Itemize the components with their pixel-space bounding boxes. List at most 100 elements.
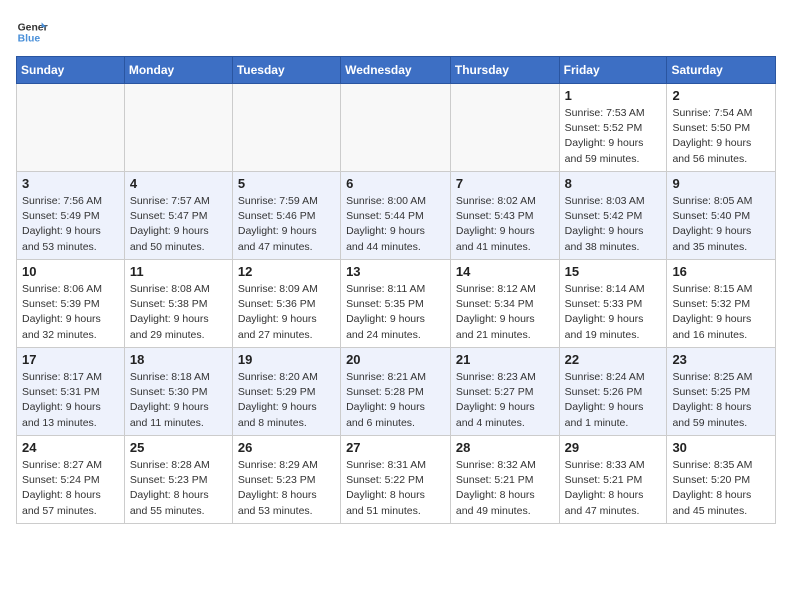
day-number: 18: [130, 352, 227, 367]
calendar-cell: 12Sunrise: 8:09 AM Sunset: 5:36 PM Dayli…: [232, 260, 340, 348]
day-number: 23: [672, 352, 770, 367]
day-info: Sunrise: 7:53 AM Sunset: 5:52 PM Dayligh…: [565, 106, 662, 167]
day-info: Sunrise: 8:24 AM Sunset: 5:26 PM Dayligh…: [565, 370, 662, 431]
logo: General Blue: [16, 16, 48, 48]
page-header: General Blue: [16, 16, 776, 48]
calendar-cell: 10 Sunrise: 8:06 AM Sunset: 5:39 PM Dayli…: [17, 260, 125, 348]
calendar-cell: 15 Sunrise: 8:14 AM Sunset: 5:33 PM Dayli…: [559, 260, 667, 348]
day-info: Sunrise: 8:29 AM Sunset: 5:23 PM Dayligh…: [238, 458, 335, 519]
calendar-body: 1 Sunrise: 7:53 AM Sunset: 5:52 PM Daylig…: [17, 84, 776, 524]
calendar-cell: [341, 84, 451, 172]
calendar-cell: 24Sunrise: 8:27 AM Sunset: 5:24 PM Dayli…: [17, 436, 125, 524]
calendar-cell: 2 Sunrise: 7:54 AM Sunset: 5:50 PM Daylig…: [667, 84, 776, 172]
day-info: Sunrise: 8:21 AM Sunset: 5:28 PM Dayligh…: [346, 370, 445, 431]
calendar-cell: 26 Sunrise: 8:29 AM Sunset: 5:23 PM Dayli…: [232, 436, 340, 524]
calendar-cell: [232, 84, 340, 172]
day-number: 13: [346, 264, 445, 279]
day-number: 2: [672, 88, 770, 103]
calendar-cell: 14 Sunrise: 8:12 AM Sunset: 5:34 PM Dayli…: [450, 260, 559, 348]
calendar-cell: 9 Sunrise: 8:05 AM Sunset: 5:40 PM Daylig…: [667, 172, 776, 260]
day-number: 17: [22, 352, 119, 367]
calendar-cell: 18 Sunrise: 8:18 AM Sunset: 5:30 PM Dayli…: [124, 348, 232, 436]
day-info: Sunrise: 7:57 AM Sunset: 5:47 PM Dayligh…: [130, 194, 227, 255]
day-number: 11: [130, 264, 227, 279]
day-number: 24: [22, 440, 119, 455]
day-info: Sunrise: 7:56 AM Sunset: 5:49 PM Dayligh…: [22, 194, 119, 255]
day-number: 3: [22, 176, 119, 191]
day-info: Sunrise: 8:23 AM Sunset: 5:27 PM Dayligh…: [456, 370, 554, 431]
calendar-cell: 16Sunrise: 8:15 AM Sunset: 5:32 PM Dayli…: [667, 260, 776, 348]
logo-icon: General Blue: [16, 16, 48, 48]
day-info: Sunrise: 8:06 AM Sunset: 5:39 PM Dayligh…: [22, 282, 119, 343]
day-info: Sunrise: 8:03 AM Sunset: 5:42 PM Dayligh…: [565, 194, 662, 255]
calendar-cell: 25 Sunrise: 8:28 AM Sunset: 5:23 PM Dayli…: [124, 436, 232, 524]
day-number: 6: [346, 176, 445, 191]
day-number: 25: [130, 440, 227, 455]
calendar-cell: 27Sunrise: 8:31 AM Sunset: 5:22 PM Dayli…: [341, 436, 451, 524]
calendar-cell: 30 Sunrise: 8:35 AM Sunset: 5:20 PM Dayli…: [667, 436, 776, 524]
calendar-week-row: 10 Sunrise: 8:06 AM Sunset: 5:39 PM Dayli…: [17, 260, 776, 348]
calendar-cell: [450, 84, 559, 172]
calendar-cell: 23 Sunrise: 8:25 AM Sunset: 5:25 PM Dayli…: [667, 348, 776, 436]
day-info: Sunrise: 8:05 AM Sunset: 5:40 PM Dayligh…: [672, 194, 770, 255]
weekday-header-cell: Monday: [124, 57, 232, 84]
day-number: 28: [456, 440, 554, 455]
day-number: 21: [456, 352, 554, 367]
day-number: 9: [672, 176, 770, 191]
day-number: 19: [238, 352, 335, 367]
day-info: Sunrise: 8:12 AM Sunset: 5:34 PM Dayligh…: [456, 282, 554, 343]
calendar-cell: 22 Sunrise: 8:24 AM Sunset: 5:26 PM Dayli…: [559, 348, 667, 436]
svg-text:General: General: [18, 22, 48, 33]
calendar-cell: 11Sunrise: 8:08 AM Sunset: 5:38 PM Dayli…: [124, 260, 232, 348]
weekday-header-cell: Thursday: [450, 57, 559, 84]
day-info: Sunrise: 7:59 AM Sunset: 5:46 PM Dayligh…: [238, 194, 335, 255]
calendar-cell: 20 Sunrise: 8:21 AM Sunset: 5:28 PM Dayli…: [341, 348, 451, 436]
calendar-cell: 5 Sunrise: 7:59 AM Sunset: 5:46 PM Daylig…: [232, 172, 340, 260]
calendar-cell: 1 Sunrise: 7:53 AM Sunset: 5:52 PM Daylig…: [559, 84, 667, 172]
calendar-cell: 21 Sunrise: 8:23 AM Sunset: 5:27 PM Dayli…: [450, 348, 559, 436]
weekday-header-cell: Tuesday: [232, 57, 340, 84]
calendar-cell: 19 Sunrise: 8:20 AM Sunset: 5:29 PM Dayli…: [232, 348, 340, 436]
day-number: 29: [565, 440, 662, 455]
calendar-cell: 3 Sunrise: 7:56 AM Sunset: 5:49 PM Daylig…: [17, 172, 125, 260]
day-info: Sunrise: 8:14 AM Sunset: 5:33 PM Dayligh…: [565, 282, 662, 343]
day-info: Sunrise: 7:54 AM Sunset: 5:50 PM Dayligh…: [672, 106, 770, 167]
calendar-cell: 8 Sunrise: 8:03 AM Sunset: 5:42 PM Daylig…: [559, 172, 667, 260]
calendar-cell: [124, 84, 232, 172]
day-number: 12: [238, 264, 335, 279]
day-info: Sunrise: 8:20 AM Sunset: 5:29 PM Dayligh…: [238, 370, 335, 431]
calendar-cell: 13Sunrise: 8:11 AM Sunset: 5:35 PM Dayli…: [341, 260, 451, 348]
day-info: Sunrise: 8:31 AM Sunset: 5:22 PM Dayligh…: [346, 458, 445, 519]
day-info: Sunrise: 8:28 AM Sunset: 5:23 PM Dayligh…: [130, 458, 227, 519]
calendar-table: SundayMondayTuesdayWednesdayThursdayFrid…: [16, 56, 776, 524]
day-number: 14: [456, 264, 554, 279]
day-info: Sunrise: 8:00 AM Sunset: 5:44 PM Dayligh…: [346, 194, 445, 255]
day-info: Sunrise: 8:02 AM Sunset: 5:43 PM Dayligh…: [456, 194, 554, 255]
day-info: Sunrise: 8:17 AM Sunset: 5:31 PM Dayligh…: [22, 370, 119, 431]
calendar-cell: 6 Sunrise: 8:00 AM Sunset: 5:44 PM Daylig…: [341, 172, 451, 260]
day-number: 8: [565, 176, 662, 191]
weekday-header-cell: Friday: [559, 57, 667, 84]
day-number: 7: [456, 176, 554, 191]
day-number: 5: [238, 176, 335, 191]
weekday-header-row: SundayMondayTuesdayWednesdayThursdayFrid…: [17, 57, 776, 84]
day-info: Sunrise: 8:18 AM Sunset: 5:30 PM Dayligh…: [130, 370, 227, 431]
calendar-week-row: 17 Sunrise: 8:17 AM Sunset: 5:31 PM Dayli…: [17, 348, 776, 436]
calendar-week-row: 24Sunrise: 8:27 AM Sunset: 5:24 PM Dayli…: [17, 436, 776, 524]
day-number: 30: [672, 440, 770, 455]
day-info: Sunrise: 8:35 AM Sunset: 5:20 PM Dayligh…: [672, 458, 770, 519]
day-number: 26: [238, 440, 335, 455]
calendar-cell: [17, 84, 125, 172]
day-info: Sunrise: 8:25 AM Sunset: 5:25 PM Dayligh…: [672, 370, 770, 431]
day-number: 10: [22, 264, 119, 279]
calendar-cell: 17 Sunrise: 8:17 AM Sunset: 5:31 PM Dayli…: [17, 348, 125, 436]
weekday-header-cell: Sunday: [17, 57, 125, 84]
day-number: 22: [565, 352, 662, 367]
calendar-cell: 29Sunrise: 8:33 AM Sunset: 5:21 PM Dayli…: [559, 436, 667, 524]
day-number: 1: [565, 88, 662, 103]
day-info: Sunrise: 8:15 AM Sunset: 5:32 PM Dayligh…: [672, 282, 770, 343]
day-number: 15: [565, 264, 662, 279]
calendar-week-row: 1 Sunrise: 7:53 AM Sunset: 5:52 PM Daylig…: [17, 84, 776, 172]
day-number: 20: [346, 352, 445, 367]
day-number: 4: [130, 176, 227, 191]
